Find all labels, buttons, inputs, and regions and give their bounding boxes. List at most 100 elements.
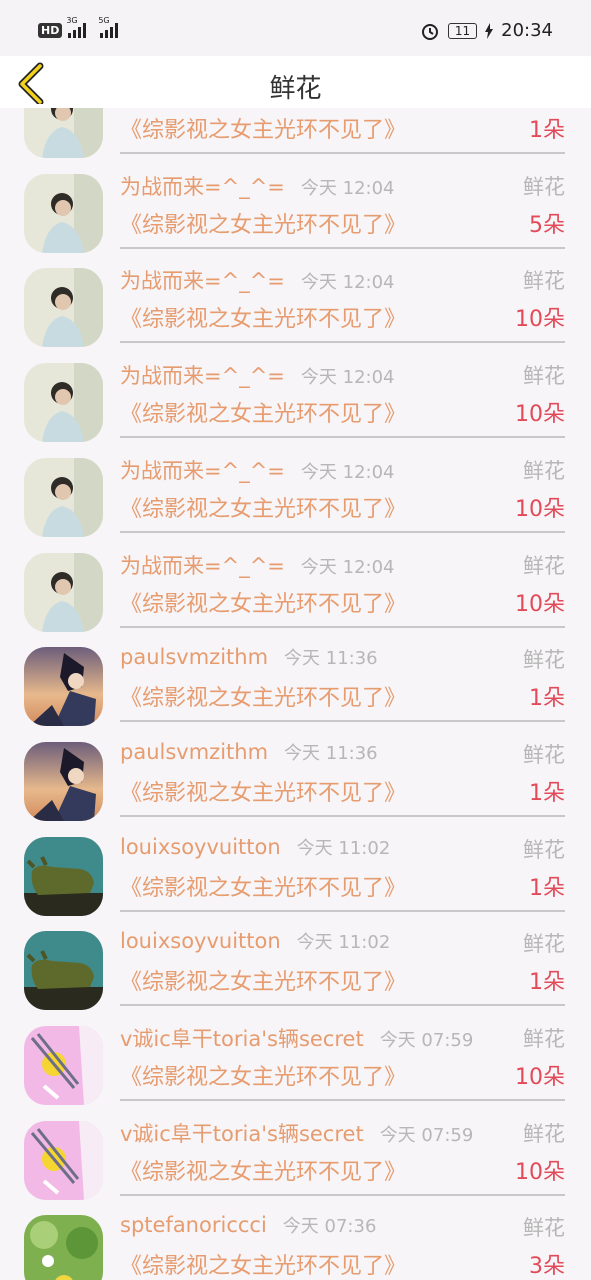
avatar[interactable] bbox=[24, 552, 103, 632]
gift-type: 鲜花 bbox=[523, 553, 565, 578]
book-title[interactable]: 《综影视之女主光环不见了》 bbox=[120, 870, 406, 902]
sender-name: 为战而来=^_^= 今天 12:04 bbox=[120, 360, 395, 390]
timestamp: 今天 12:04 bbox=[300, 272, 395, 294]
list-item[interactable]: 为战而来=^_^= 今天 12:04 鲜花 《综影视之女主光环不见了》 10朵 bbox=[0, 249, 591, 348]
gift-type: 鲜花 bbox=[523, 1027, 565, 1051]
book-title[interactable]: 《综影视之女主光环不见了》 bbox=[120, 1059, 406, 1091]
list-item[interactable]: louixsoyvuitton 今天 11:02 鲜花《综影视之女主光环不见了》 1朵 bbox=[0, 818, 591, 916]
battery-icon: 11 bbox=[447, 22, 478, 39]
sender-name-text: paulsvmzithm bbox=[120, 645, 269, 670]
book-title[interactable]: 《综影视之女主光环不见了》 bbox=[120, 680, 406, 712]
list-item[interactable]: 为战而来=^_^= 今天 12:04 鲜花 《综影视之女主光环不见了》 10朵 bbox=[0, 439, 591, 537]
list-item[interactable]: louixsoyvuitton 今天 11:02 鲜花 《综影视之女主光环不见了》 1朵 bbox=[0, 912, 591, 1011]
book-title[interactable]: 《综影视之女主光环不见了》 bbox=[120, 964, 406, 996]
network-type-2: 5G bbox=[98, 16, 110, 25]
avatar[interactable] bbox=[24, 363, 103, 443]
avatar[interactable] bbox=[24, 647, 103, 727]
list-item[interactable]: 为战而来=^_^=今天 12:04鲜花《综影视之女主光环不见了》1朵 bbox=[0, 108, 591, 158]
timestamp: 今天 12:04 bbox=[300, 461, 395, 483]
charging-icon bbox=[485, 22, 494, 39]
timestamp: 今天 11:36 bbox=[284, 742, 378, 764]
avatar[interactable] bbox=[24, 741, 103, 821]
sender-name-text: sptefanoriccci bbox=[120, 1213, 267, 1238]
flower-count: 5朵 bbox=[529, 212, 565, 238]
avatar[interactable] bbox=[24, 836, 103, 916]
book-title[interactable]: 《综影视之女主光环不见了》 bbox=[120, 775, 406, 807]
book-title[interactable]: 《综影视之女主光环不见了》 bbox=[120, 1154, 406, 1186]
timestamp: 今天 11:02 bbox=[296, 837, 391, 859]
hd-indicator: HD bbox=[38, 22, 63, 38]
gift-type: 鲜花 bbox=[523, 269, 565, 294]
list-item[interactable]: 为战而来=^_^= 今天 12:04 鲜花《综影视之女主光环不见了》 10朵 bbox=[0, 534, 591, 632]
sender-name-text: v诚ic阜干toria's辆secret bbox=[120, 1027, 364, 1051]
signal-icon: 5G bbox=[98, 16, 119, 38]
list-item[interactable]: 为战而来=^_^= 今天 12:04 鲜花 《综影视之女主光环不见了》 10朵 bbox=[0, 344, 591, 443]
clock-time: 20:34 bbox=[501, 20, 553, 41]
timestamp: 今天 12:04 bbox=[300, 367, 395, 389]
avatar[interactable] bbox=[24, 1215, 103, 1280]
sender-name-text: v诚ic阜干toria's辆secret bbox=[120, 1121, 364, 1146]
avatar[interactable] bbox=[24, 1120, 103, 1200]
flower-list[interactable]: 为战而来=^_^=今天 12:04鲜花《综影视之女主光环不见了》1朵为战而来=^… bbox=[0, 108, 591, 1280]
list-item[interactable]: v诚ic阜干toria's辆secret 今天 07:59 鲜花《综影视之女主光环不… bbox=[0, 1007, 591, 1105]
sender-name: 为战而来=^_^= 今天 12:04 bbox=[120, 455, 395, 485]
flower-count: 1朵 bbox=[529, 875, 565, 901]
divider bbox=[120, 625, 565, 628]
avatar[interactable] bbox=[24, 173, 103, 253]
alarm-icon bbox=[421, 23, 438, 40]
divider bbox=[120, 246, 565, 249]
avatar[interactable] bbox=[24, 457, 103, 537]
avatar[interactable] bbox=[24, 1026, 103, 1105]
list-item[interactable]: paulsvmzithm 今天 11:36 鲜花 《综影视之女主光环不见了》 1朵 bbox=[0, 628, 591, 727]
flower-count: 10朵 bbox=[515, 402, 565, 428]
sender-name-text: paulsvmzithm bbox=[120, 739, 269, 764]
avatar[interactable] bbox=[24, 108, 103, 158]
divider bbox=[120, 1193, 565, 1196]
book-title[interactable]: 《综影视之女主光环不见了》 bbox=[120, 112, 406, 144]
sender-name: 为战而来=^_^= 今天 12:04 bbox=[120, 171, 395, 201]
divider bbox=[120, 436, 565, 439]
sender-name: v诚ic阜干toria's辆secret 今天 07:59 bbox=[120, 1023, 473, 1053]
sender-name-text: 为战而来=^_^= bbox=[120, 553, 285, 578]
gift-type: 鲜花 bbox=[523, 1121, 565, 1146]
flower-count: 10朵 bbox=[515, 1065, 565, 1090]
book-title[interactable]: 《综影视之女主光环不见了》 bbox=[120, 301, 406, 333]
gift-type: 鲜花 bbox=[523, 648, 565, 673]
list-item[interactable]: v诚ic阜干toria's辆secret 今天 07:59 鲜花《综影视之女主光环不… bbox=[0, 1102, 591, 1200]
divider bbox=[120, 152, 565, 154]
gift-type: 鲜花 bbox=[523, 742, 565, 767]
sender-name-text: louixsoyvuitton bbox=[120, 929, 281, 954]
book-title[interactable]: 《综影视之女主光环不见了》 bbox=[120, 1248, 406, 1280]
divider bbox=[120, 1004, 565, 1007]
book-title[interactable]: 《综影视之女主光环不见了》 bbox=[120, 586, 406, 618]
timestamp: 今天 07:36 bbox=[282, 1216, 377, 1238]
page-title: 鲜花 bbox=[269, 74, 322, 104]
sender-name-text: 为战而来=^_^= bbox=[120, 269, 285, 294]
list-item[interactable]: sptefanoriccci 今天 07:36 鲜花 《综影视之女主光环不见了》 3朵 bbox=[0, 1196, 591, 1280]
list-item[interactable]: 为战而来=^_^= 今天 12:04 鲜花 《综影视之女主光环不见了》 5朵 bbox=[0, 155, 591, 253]
timestamp: 今天 12:04 bbox=[300, 177, 395, 199]
sender-name: louixsoyvuitton 今天 11:02 bbox=[120, 928, 390, 954]
avatar[interactable] bbox=[24, 268, 103, 348]
timestamp: 今天 12:04 bbox=[300, 556, 395, 578]
signal-icon: 3G bbox=[66, 16, 87, 38]
gift-type: 鲜花 bbox=[523, 837, 565, 862]
list-item[interactable]: paulsvmzithm 今天 11:36 鲜花 《综影视之女主光环不见了》 1朵 bbox=[0, 723, 591, 821]
sender-name: 为战而来=^_^= 今天 12:04 bbox=[120, 550, 395, 580]
sender-name-text: 为战而来=^_^= bbox=[120, 174, 285, 199]
gift-type: 鲜花 bbox=[523, 458, 565, 483]
divider bbox=[120, 909, 565, 912]
book-title[interactable]: 《综影视之女主光环不见了》 bbox=[120, 396, 406, 428]
avatar[interactable] bbox=[24, 931, 103, 1011]
timestamp: 今天 11:36 bbox=[284, 648, 378, 670]
timestamp: 今天 07:59 bbox=[379, 1124, 474, 1146]
sender-name: sptefanoriccci 今天 07:36 bbox=[120, 1212, 376, 1238]
sender-name-text: louixsoyvuitton bbox=[120, 834, 281, 859]
book-title[interactable]: 《综影视之女主光环不见了》 bbox=[120, 491, 406, 523]
flower-count: 10朵 bbox=[515, 591, 565, 617]
divider bbox=[120, 1099, 565, 1101]
sender-name: v诚ic阜干toria's辆secret 今天 07:59 bbox=[120, 1118, 473, 1148]
book-title[interactable]: 《综影视之女主光环不见了》 bbox=[120, 207, 406, 239]
flower-count: 3朵 bbox=[529, 1254, 565, 1280]
flower-count: 1朵 bbox=[529, 970, 565, 996]
